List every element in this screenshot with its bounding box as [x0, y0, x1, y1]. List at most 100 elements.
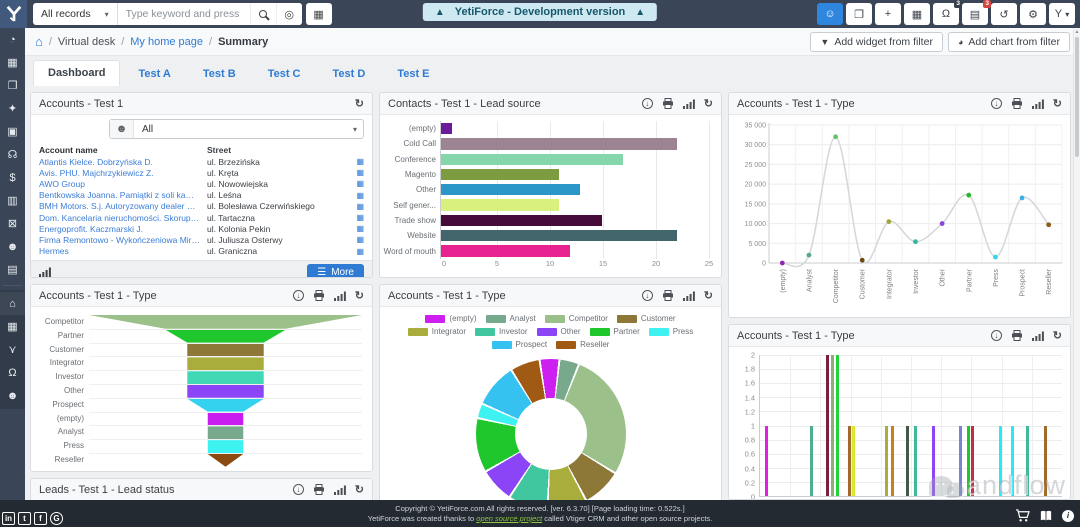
- funnel-segment-9[interactable]: [207, 440, 244, 453]
- linkedin-icon[interactable]: in: [2, 512, 15, 525]
- bar-12[interactable]: [959, 425, 963, 496]
- bar-3[interactable]: [830, 355, 834, 496]
- legend-item-3[interactable]: Customer: [616, 314, 676, 323]
- bar-14[interactable]: [971, 425, 975, 496]
- funnel-segment-2[interactable]: [187, 343, 264, 357]
- funnel-segment-3[interactable]: [187, 357, 264, 371]
- account-name-link[interactable]: Hermes: [39, 246, 207, 256]
- advanced-search-button[interactable]: ◎: [275, 3, 302, 25]
- download-icon[interactable]: ↓: [641, 290, 653, 301]
- refresh-icon[interactable]: ↻: [704, 289, 713, 302]
- funnel-segment-6[interactable]: [187, 398, 264, 412]
- bar-11[interactable]: [932, 425, 936, 496]
- bar-7[interactable]: [885, 425, 889, 496]
- chart-bars-icon[interactable]: [682, 291, 695, 301]
- calendar-button[interactable]: ▤ 3: [962, 0, 991, 25]
- sidebar-item-sales[interactable]: ✦: [0, 97, 25, 120]
- yetiforce-logo[interactable]: [0, 0, 27, 28]
- legend-item-6[interactable]: Other: [536, 327, 581, 336]
- record-grid-icon[interactable]: ▦: [356, 157, 364, 166]
- github-icon[interactable]: G: [50, 512, 63, 525]
- account-name-link[interactable]: BMH Motors. S.j. Autoryzowany dealer Nis…: [39, 201, 207, 211]
- bar-2[interactable]: [826, 355, 830, 496]
- legend-item-7[interactable]: Partner: [589, 327, 640, 336]
- print-icon[interactable]: [662, 290, 674, 301]
- tab-test-c[interactable]: Test C: [254, 62, 315, 86]
- print-icon[interactable]: [313, 484, 325, 495]
- chart-bars-icon[interactable]: [39, 267, 51, 277]
- data-point-2[interactable]: [833, 134, 838, 140]
- bar-6[interactable]: [852, 425, 856, 496]
- owner-filter-select[interactable]: ☻ All ▾: [109, 119, 364, 139]
- chart-bars-icon[interactable]: [682, 99, 695, 109]
- data-point-9[interactable]: [1019, 195, 1025, 201]
- chart-bars-icon[interactable]: [1031, 99, 1044, 109]
- sidebar-item-finance[interactable]: $: [0, 166, 25, 189]
- account-name-link[interactable]: Energoprofit. Kaczmarski J.: [39, 224, 207, 234]
- tab-test-e[interactable]: Test E: [383, 62, 443, 86]
- data-point-7[interactable]: [966, 192, 972, 198]
- record-grid-icon[interactable]: ▦: [356, 235, 364, 244]
- search-input[interactable]: [117, 8, 250, 20]
- legend-item-9[interactable]: Prospect: [491, 340, 547, 349]
- chart-bars-icon[interactable]: [333, 485, 346, 495]
- data-point-5[interactable]: [913, 239, 918, 245]
- info-icon[interactable]: i: [1062, 509, 1074, 522]
- print-icon[interactable]: [662, 98, 674, 109]
- tab-test-b[interactable]: Test B: [189, 62, 250, 86]
- data-point-1[interactable]: [806, 252, 812, 258]
- print-icon[interactable]: [1011, 330, 1023, 341]
- bar-4[interactable]: [835, 355, 839, 496]
- sidebar-item-profile[interactable]: ☻: [0, 384, 25, 407]
- quick-create-button[interactable]: +: [875, 3, 901, 25]
- funnel-segment-0[interactable]: [89, 315, 362, 329]
- sidebar-item-security[interactable]: ⊠: [0, 212, 25, 235]
- twitter-icon[interactable]: t: [18, 512, 31, 525]
- quick-menu-button[interactable]: ▦: [305, 3, 332, 25]
- legend-item-8[interactable]: Press: [648, 327, 693, 336]
- legend-item-4[interactable]: Integrator: [407, 327, 466, 336]
- bar-18[interactable]: [1043, 425, 1047, 496]
- search-button[interactable]: [249, 3, 276, 25]
- refresh-icon[interactable]: ↻: [704, 97, 713, 110]
- refresh-icon[interactable]: ↻: [1053, 329, 1062, 342]
- record-grid-icon[interactable]: ▦: [356, 202, 364, 211]
- bar-5[interactable]: [847, 425, 851, 496]
- legend-item-2[interactable]: Competitor: [544, 314, 608, 323]
- breadcrumb-my-home-page[interactable]: My home page: [130, 36, 203, 48]
- scroll-up-icon[interactable]: ▲: [1074, 29, 1080, 35]
- print-icon[interactable]: [313, 290, 325, 301]
- data-point-6[interactable]: [939, 221, 945, 226]
- tab-test-d[interactable]: Test D: [319, 62, 380, 86]
- bar-1[interactable]: [809, 425, 813, 496]
- user-menu-button[interactable]: Y ▾: [1049, 3, 1075, 25]
- bar-8[interactable]: [891, 425, 895, 496]
- record-grid-icon[interactable]: ▦: [356, 224, 364, 233]
- sidebar-item-notifications[interactable]: Ω: [0, 361, 25, 384]
- funnel-segment-5[interactable]: [187, 384, 264, 398]
- facebook-icon[interactable]: f: [34, 512, 47, 525]
- download-icon[interactable]: ↓: [292, 290, 304, 301]
- bar-8[interactable]: [441, 245, 570, 257]
- data-point-8[interactable]: [993, 254, 998, 260]
- refresh-icon[interactable]: ↻: [355, 483, 364, 496]
- download-icon[interactable]: ↓: [990, 330, 1002, 341]
- bar-10[interactable]: [914, 425, 918, 496]
- data-point-0[interactable]: [779, 260, 785, 266]
- add-chart-button[interactable]: ◕ Add chart from filter: [947, 31, 1070, 52]
- bar-13[interactable]: [966, 425, 970, 496]
- record-grid-icon[interactable]: ▦: [356, 168, 364, 177]
- notifications-button[interactable]: Ω3: [933, 0, 962, 25]
- account-name-link[interactable]: Firma Remontowo - Wykończeniowa Mir - Re…: [39, 235, 207, 245]
- account-name-link[interactable]: Bentkowska Joanna. Pamiątki z soli kamie…: [39, 190, 207, 200]
- open-source-link[interactable]: open source project: [476, 514, 542, 523]
- data-point-10[interactable]: [1046, 222, 1052, 228]
- search-scope-select[interactable]: All records ▾: [33, 3, 118, 25]
- print-icon[interactable]: [1011, 98, 1023, 109]
- vertical-scrollbar[interactable]: ▲: [1073, 28, 1080, 500]
- bar-0[interactable]: [764, 425, 768, 496]
- book-icon[interactable]: [1039, 510, 1053, 522]
- download-icon[interactable]: ↓: [990, 98, 1002, 109]
- funnel-segment-10[interactable]: [207, 453, 244, 467]
- tab-dashboard[interactable]: Dashboard: [33, 60, 121, 86]
